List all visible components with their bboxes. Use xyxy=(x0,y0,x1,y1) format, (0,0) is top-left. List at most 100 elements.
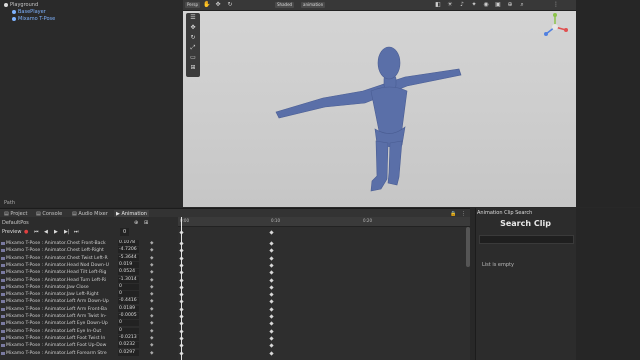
property-value-field[interactable]: -1.3014 xyxy=(118,276,139,283)
property-row[interactable]: Mixamo T-Pose : Animator.Head Turn Left-… xyxy=(0,276,178,284)
frame-field[interactable]: 0 xyxy=(120,228,130,236)
first-frame-icon[interactable]: ⏮ xyxy=(34,228,39,236)
keyframe-toggle-icon[interactable]: ◆ xyxy=(150,284,154,291)
property-row[interactable]: Mixamo T-Pose : Animator.Left Forearm St… xyxy=(0,349,178,357)
hierarchy-item-mixamo[interactable]: Mixamo T-Pose xyxy=(12,16,55,22)
keyframe-toggle-icon[interactable]: ◆ xyxy=(150,350,154,357)
vertical-scrollbar[interactable] xyxy=(466,227,470,267)
scene-viewport[interactable] xyxy=(183,11,576,207)
keyframe-toggle-icon[interactable]: ◆ xyxy=(150,247,154,254)
hierarchy-item-baseplayer[interactable]: BasePlayer xyxy=(12,9,46,15)
next-frame-icon[interactable]: ▶| xyxy=(64,228,70,236)
keyframe-toggle-icon[interactable]: ◆ xyxy=(150,320,154,327)
rect-tool-icon[interactable]: ▭ xyxy=(189,54,197,61)
move-tool-icon[interactable]: ✥ xyxy=(189,24,197,31)
keyframe-toggle-icon[interactable]: ◆ xyxy=(150,269,154,276)
keyframe-toggle-icon[interactable]: ◆ xyxy=(150,255,154,262)
property-value-field[interactable]: 0 xyxy=(118,283,139,290)
keyframe-toggle-icon[interactable]: ◆ xyxy=(150,335,154,342)
playhead[interactable] xyxy=(181,217,182,360)
shading-dropdown[interactable]: Shaded xyxy=(275,2,295,8)
property-row[interactable]: Mixamo T-Pose : Animator.Jaw Close 0 ◆ xyxy=(0,283,178,291)
more-icon[interactable]: ⋮ xyxy=(553,2,559,8)
transform-tool-icon[interactable]: ⊞ xyxy=(189,64,197,71)
last-frame-icon[interactable]: ⏭ xyxy=(74,228,79,236)
effects-icon[interactable]: ✦ xyxy=(471,2,477,8)
property-name: Mixamo T-Pose : Animator.Left Forearm St… xyxy=(6,350,107,356)
keyframe-toggle-icon[interactable]: ◆ xyxy=(150,240,154,247)
search-icon[interactable]: ⌕ xyxy=(519,2,525,8)
property-value-field[interactable]: 0.0524 xyxy=(118,269,139,276)
property-value-field[interactable]: 0.0232 xyxy=(118,342,139,349)
property-row[interactable]: Mixamo T-Pose : Animator.Head Tilt Left-… xyxy=(0,269,178,276)
gizmos-icon[interactable]: ⊕ xyxy=(507,2,513,8)
keyframe-toggle-icon[interactable]: ◆ xyxy=(150,306,154,313)
property-row[interactable]: Mixamo T-Pose : Animator.Left Foot Twist… xyxy=(0,334,178,342)
dopesheet[interactable] xyxy=(178,217,470,360)
property-row[interactable]: Mixamo T-Pose : Animator.Chest Left-Righ… xyxy=(0,247,178,254)
keyframe-toggle-icon[interactable]: ◆ xyxy=(150,342,154,349)
property-row[interactable]: Mixamo T-Pose : Animator.Jaw Left-Right 0… xyxy=(0,291,178,298)
clip-selector[interactable]: DefaultPos ⊕ ⊞ xyxy=(2,219,178,227)
keyframe-toggle-icon[interactable]: ◆ xyxy=(150,291,154,298)
play-icon[interactable]: ▶ xyxy=(54,228,58,236)
tick-label: 0:10 xyxy=(271,218,280,223)
transform-icon xyxy=(1,285,5,289)
prev-frame-icon[interactable]: ◀ xyxy=(44,228,48,236)
add-event-icon[interactable]: ⊞ xyxy=(144,219,148,227)
clip-search-input[interactable] xyxy=(479,235,574,244)
property-value-field[interactable]: -0.0005 xyxy=(118,313,139,319)
draw-mode-dropdown[interactable]: animation xyxy=(301,2,326,8)
audio-icon[interactable]: ♪ xyxy=(459,2,465,8)
lighting-icon[interactable]: ☀ xyxy=(447,2,453,8)
keyframe-toggle-icon[interactable]: ◆ xyxy=(150,277,154,284)
hand-icon[interactable]: ✋ xyxy=(203,2,210,8)
persp-dropdown[interactable]: Persp xyxy=(185,2,200,8)
transform-icon xyxy=(1,351,5,355)
keyframe-toggle-icon[interactable]: ◆ xyxy=(150,328,154,335)
orientation-gizmo-icon[interactable] xyxy=(540,12,570,42)
property-value-field[interactable]: 0.019 xyxy=(118,261,139,268)
property-row[interactable]: Mixamo T-Pose : Animator.Chest Twist Lef… xyxy=(0,254,178,262)
rotate-icon[interactable]: ↻ xyxy=(227,2,233,8)
property-value-field[interactable]: 0 xyxy=(118,327,139,334)
property-name: Mixamo T-Pose : Animator.Chest Left-Righ… xyxy=(6,248,104,254)
property-value-field[interactable]: 0.0189 xyxy=(118,305,139,312)
property-value-field[interactable]: 0.0297 xyxy=(118,349,139,356)
property-row[interactable]: Mixamo T-Pose : Animator.Left Arm Front-… xyxy=(0,305,178,313)
property-row[interactable]: Mixamo T-Pose : Animator.Chest Front-Bac… xyxy=(0,240,178,247)
property-value-field[interactable]: 0 xyxy=(118,291,139,298)
property-row[interactable]: Mixamo T-Pose : Animator.Left Arm Down-U… xyxy=(0,298,178,305)
preview-toggle[interactable]: Preview xyxy=(2,228,21,236)
property-value-field[interactable]: 0.1078 xyxy=(118,240,139,246)
property-row[interactable]: Mixamo T-Pose : Animator.Left Foot Up-Do… xyxy=(0,342,178,349)
2d-toggle-icon[interactable]: ◧ xyxy=(435,2,441,8)
keyframe-toggle-icon[interactable]: ◆ xyxy=(150,313,154,320)
camera-icon[interactable]: ▣ xyxy=(495,2,501,8)
add-keyframe-icon[interactable]: ⊕ xyxy=(134,219,138,227)
hand-tool-icon[interactable]: ☰ xyxy=(189,14,197,21)
move-icon[interactable]: ✥ xyxy=(215,2,221,8)
transform-icon xyxy=(1,249,5,253)
scale-tool-icon[interactable]: ⤢ xyxy=(189,44,197,51)
transform-icon xyxy=(1,322,5,326)
property-value-field[interactable]: -5.3644 xyxy=(118,254,139,261)
property-row[interactable]: Mixamo T-Pose : Animator.Left Eye Down-U… xyxy=(0,320,178,327)
property-value-field[interactable]: 0 xyxy=(118,320,139,327)
keyframe-toggle-icon[interactable]: ◆ xyxy=(150,262,154,269)
time-ruler[interactable]: 0:00 0:10 0:20 xyxy=(178,217,470,227)
property-value-field[interactable]: -4.7206 xyxy=(118,247,139,254)
empty-list-label: List is empty xyxy=(482,262,514,268)
hierarchy-item-playground[interactable]: Playground xyxy=(4,2,38,8)
keyframe-toggle-icon[interactable]: ◆ xyxy=(150,298,154,305)
rotate-tool-icon[interactable]: ↻ xyxy=(189,34,197,41)
property-value-field[interactable]: -0.4416 xyxy=(118,298,139,305)
path-label: Path xyxy=(4,200,15,206)
clip-search-tab[interactable]: Animation Clip Search xyxy=(477,209,532,217)
property-row[interactable]: Mixamo T-Pose : Animator.Head Nod Down-U… xyxy=(0,261,178,269)
hidden-objects-icon[interactable]: ◉ xyxy=(483,2,489,8)
record-icon[interactable]: ● xyxy=(24,228,28,236)
property-row[interactable]: Mixamo T-Pose : Animator.Left Arm Twist … xyxy=(0,313,178,320)
property-value-field[interactable]: -0.0213 xyxy=(118,334,139,341)
property-row[interactable]: Mixamo T-Pose : Animator.Left Eye In-Out… xyxy=(0,327,178,335)
